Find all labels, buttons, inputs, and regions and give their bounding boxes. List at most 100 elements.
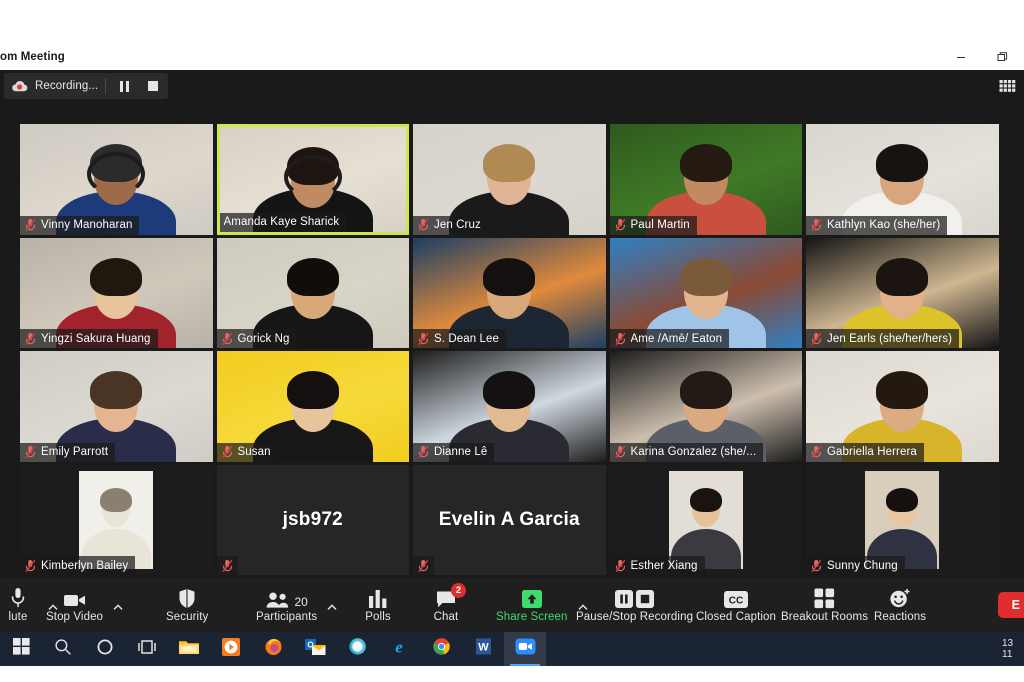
participant-tile-gabriella-herrera[interactable]: Gabriella Herrera (806, 351, 999, 462)
breakout-rooms-button[interactable]: Breakout Rooms (775, 578, 874, 632)
participant-tile-jen-earls[interactable]: Jen Earls (she/her/hers) (806, 237, 999, 348)
participant-tile-susan[interactable]: Susan (216, 351, 409, 462)
taskbar-clock[interactable]: 13 11 (1002, 638, 1024, 660)
closed-caption-button-label: Closed Caption (696, 611, 777, 623)
pause-stop-recording-button[interactable]: Pause/Stop Recording (570, 578, 699, 632)
hair-shape (483, 257, 536, 296)
participant-tile-paul-martin[interactable]: Paul Martin (609, 124, 802, 235)
file-explorer-folder-icon (178, 638, 200, 661)
participant-photo (668, 470, 743, 569)
participant-photo (865, 470, 940, 569)
polls-button-label: Polls (365, 611, 391, 623)
pause-recording-icon[interactable] (113, 75, 135, 97)
file-explorer-button[interactable] (168, 632, 210, 666)
word-button[interactable]: W (462, 632, 504, 666)
reactions-button[interactable]: Reactions (868, 578, 932, 632)
pause-stop-recording-icon (614, 587, 656, 609)
microphone-muted-icon (24, 218, 37, 232)
microphone-muted-icon (417, 332, 430, 346)
microphone-muted-icon (810, 559, 823, 573)
closed-caption-cc-icon: CC (723, 587, 749, 609)
participant-name: Dianne Lê (434, 446, 488, 458)
window-title-bar: om Meeting (0, 44, 1024, 70)
shield-icon (178, 587, 196, 609)
participant-name-badge: Susan (216, 442, 278, 462)
participant-photo (79, 470, 154, 569)
participant-tile-yingzi-sakura-huang[interactable]: Yingzi Sakura Huang (20, 237, 213, 348)
outlook-mail-icon: O (304, 638, 326, 661)
minimize-button[interactable] (940, 44, 982, 70)
microphone-muted-icon (614, 332, 627, 346)
participants-button[interactable]: 20 Participants (250, 578, 337, 632)
participant-name-badge: Jen Cruz (413, 215, 488, 235)
participant-name: Sunny Chung (827, 559, 898, 572)
start-button[interactable] (0, 632, 42, 666)
chevron-up-icon[interactable] (325, 600, 339, 614)
participant-name: Gabriella Herrera (827, 446, 917, 458)
participant-name-badge: Sunny Chung (806, 556, 905, 575)
restore-button[interactable] (982, 44, 1024, 70)
media-player-button[interactable] (210, 632, 252, 666)
participant-tile-s-dean-lee[interactable]: S. Dean Lee (413, 237, 606, 348)
hair-shape (286, 371, 339, 409)
participant-name: Amanda Kaye Sharick (223, 216, 340, 228)
skype-button[interactable] (336, 632, 378, 666)
participant-name-badge (216, 556, 238, 575)
participant-name-badge: Karina Gonzalez (she/... (609, 442, 764, 462)
participants-icon: 20 (265, 587, 308, 609)
participant-tile-evelin-a-garcia[interactable]: Evelin A Garcia (413, 464, 606, 575)
participant-name-badge: Yingzi Sakura Huang (20, 329, 158, 348)
participant-tile-ame-eaton[interactable]: Ame /Āmē/ Eaton (609, 237, 802, 348)
breakout-rooms-grid-icon (814, 587, 835, 609)
participant-tile-dianne-le[interactable]: Dianne Lê (413, 351, 606, 462)
participant-tile-karina-gonzalez[interactable]: Karina Gonzalez (she/... (609, 351, 802, 462)
participant-tile-kimberlyn-bailey[interactable]: Kimberlyn Bailey (20, 464, 213, 575)
hair-shape (100, 487, 133, 512)
stop-video-button[interactable]: Stop Video (40, 578, 123, 632)
internet-explorer-button[interactable]: e (378, 632, 420, 666)
task-view-button[interactable] (126, 632, 168, 666)
participant-name-badge: Amanda Kaye Sharick (219, 212, 347, 232)
participant-name: Vinny Manoharan (41, 219, 133, 231)
microphone-muted-icon (810, 218, 823, 232)
participant-tile-amanda-kaye-sharick[interactable]: Amanda Kaye Sharick (216, 124, 409, 235)
chrome-button[interactable] (420, 632, 462, 666)
security-button[interactable]: Security (160, 578, 214, 632)
participant-tile-jsb972[interactable]: jsb972 (216, 464, 409, 575)
hair-shape (90, 257, 143, 296)
view-grid-icon[interactable] (995, 74, 1019, 98)
participant-name-badge: Kimberlyn Bailey (20, 556, 136, 575)
polls-button[interactable]: Polls (352, 578, 404, 632)
participant-name-badge: Emily Parrott (20, 442, 116, 462)
participant-name: Yingzi Sakura Huang (41, 332, 151, 345)
participant-tile-vinny-manoharan[interactable]: Vinny Manoharan (20, 124, 213, 235)
chat-button[interactable]: 2 Chat (420, 578, 472, 632)
firefox-button[interactable] (252, 632, 294, 666)
chevron-up-icon[interactable] (111, 600, 125, 614)
participant-name-badge: Paul Martin (609, 215, 697, 235)
cortana-button[interactable] (84, 632, 126, 666)
clock-time: 13 (1002, 638, 1014, 649)
mute-button[interactable]: lute (0, 578, 58, 632)
participant-tile-emily-parrott[interactable]: Emily Parrott (20, 351, 213, 462)
chat-button-label: Chat (433, 611, 459, 623)
participant-tile-gorick-ng[interactable]: Gorick Ng (216, 237, 409, 348)
closed-caption-button[interactable]: CC Closed Caption (690, 578, 782, 632)
share-screen-button[interactable]: Share Screen (490, 578, 588, 632)
search-button[interactable] (42, 632, 84, 666)
participant-tile-sunny-chung[interactable]: Sunny Chung (806, 464, 999, 575)
microphone-muted-icon (614, 218, 627, 232)
participant-tile-esther-xiang[interactable]: Esther Xiang (609, 464, 802, 575)
outlook-button[interactable]: O (294, 632, 336, 666)
firefox-icon (264, 637, 283, 661)
participant-name-badge (413, 556, 434, 575)
stop-recording-icon[interactable] (142, 75, 164, 97)
microphone-icon (10, 587, 26, 609)
participant-tile-jen-cruz[interactable]: Jen Cruz (413, 124, 606, 235)
end-meeting-button[interactable]: E (997, 592, 1024, 618)
participant-tile-kathlyn-kao[interactable]: Kathlyn Kao (she/her) (806, 124, 999, 235)
hair-shape (483, 144, 536, 182)
hair-shape (679, 257, 732, 296)
share-screen-button-label: Share Screen (496, 611, 568, 623)
zoom-button[interactable] (504, 632, 546, 666)
